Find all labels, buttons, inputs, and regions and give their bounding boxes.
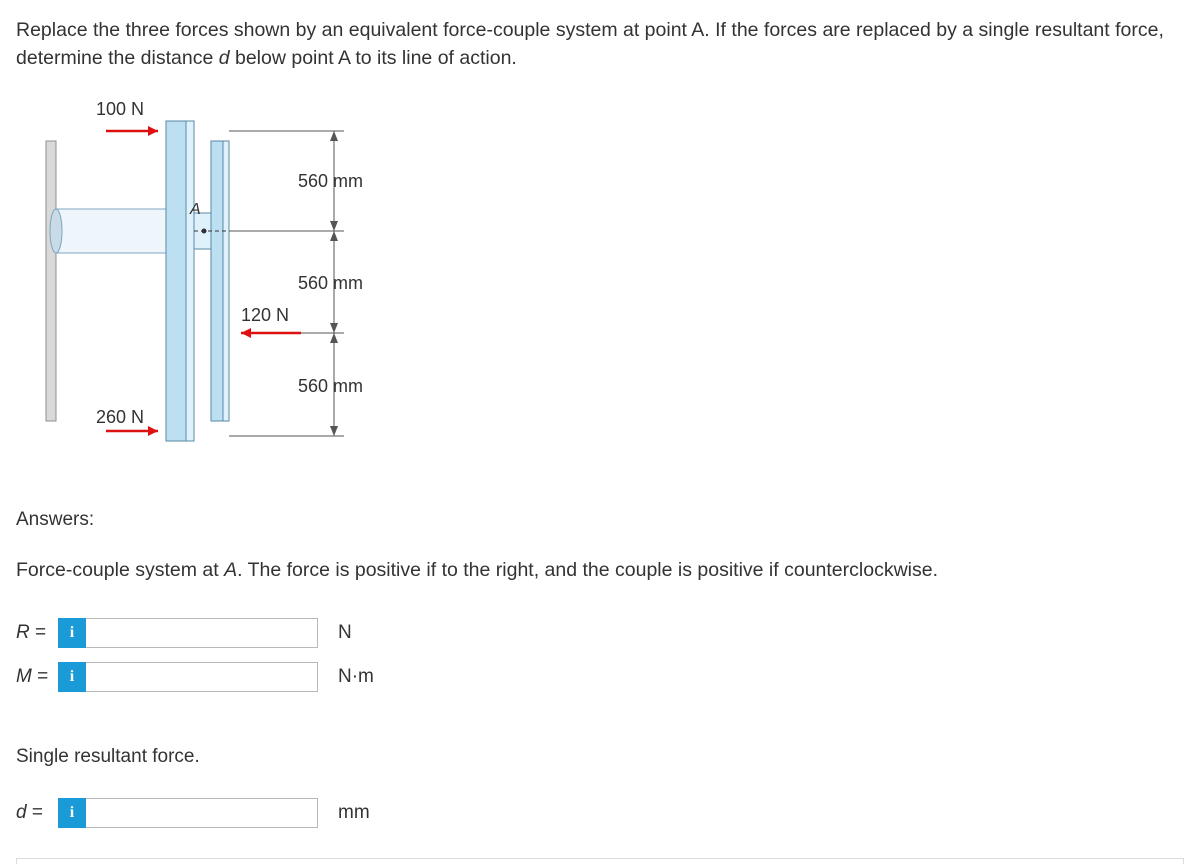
label-dim-3: 560 mm — [298, 376, 363, 397]
single-resultant-label: Single resultant force. — [16, 746, 1184, 768]
unit-d: mm — [338, 802, 370, 824]
info-icon[interactable]: i — [58, 798, 86, 828]
eq-M: = — [37, 666, 48, 687]
row-M: M = i N·m — [16, 662, 1184, 692]
var-d: d — [16, 802, 27, 823]
eq-R: = — [35, 622, 46, 643]
input-d[interactable] — [86, 798, 318, 828]
problem-var-d: d — [219, 47, 230, 69]
label-force-bot: 260 N — [96, 407, 144, 428]
label-d: d = — [16, 802, 58, 824]
label-dim-1: 560 mm — [298, 171, 363, 192]
hint-part1: Force-couple system at — [16, 559, 224, 581]
problem-text-2: below point A to its line of action. — [230, 47, 517, 69]
info-icon[interactable]: i — [58, 618, 86, 648]
label-A-overlay: A — [190, 201, 201, 219]
info-icon[interactable]: i — [58, 662, 86, 692]
eq-d: = — [32, 802, 43, 823]
label-force-mid: 120 N — [241, 305, 289, 326]
var-R: R — [16, 622, 30, 643]
answers-heading: Answers: — [16, 509, 1184, 531]
unit-M: N·m — [338, 666, 374, 688]
label-R: R = — [16, 622, 58, 644]
hint-A: A — [224, 559, 237, 581]
figure: 100 N 260 N 120 N 560 mm 560 mm 560 mm A — [16, 101, 396, 461]
diagram-container: 100 N 260 N 120 N 560 mm 560 mm 560 mm A — [16, 101, 1184, 461]
hint-text: Force-couple system at A. The force is p… — [16, 559, 1184, 582]
problem-text-1: Replace the three forces shown by an equ… — [16, 19, 1164, 69]
input-R[interactable] — [86, 618, 318, 648]
input-M[interactable] — [86, 662, 318, 692]
label-dim-2: 560 mm — [298, 273, 363, 294]
label-force-top: 100 N — [96, 99, 144, 120]
problem-statement: Replace the three forces shown by an equ… — [16, 16, 1184, 73]
unit-R: N — [338, 622, 352, 644]
var-M: M — [16, 666, 32, 687]
row-d: d = i mm — [16, 798, 1184, 828]
row-R: R = i N — [16, 618, 1184, 648]
hint-part2: . The force is positive if to the right,… — [237, 559, 938, 581]
label-M: M = — [16, 666, 58, 688]
